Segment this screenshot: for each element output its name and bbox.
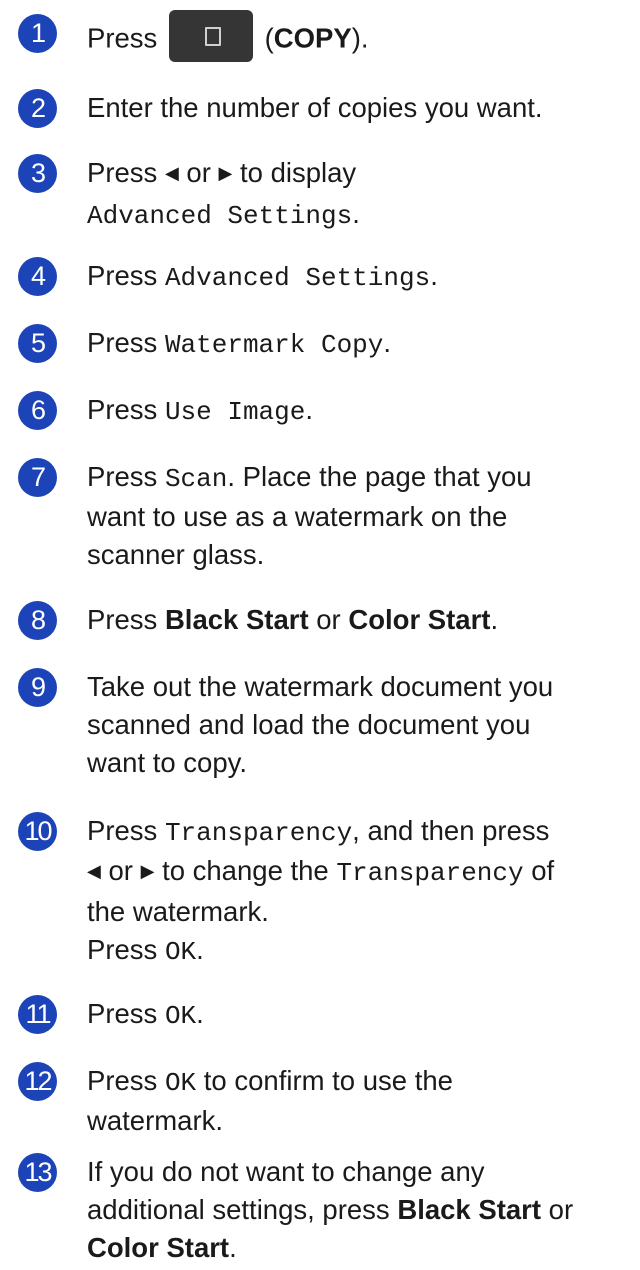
step-number: 3 [18, 154, 57, 193]
step-text: Press Use Image. [87, 394, 314, 427]
step-text: Press Watermark Copy. [87, 327, 392, 360]
step-text: Press OK to confirm to use the watermark… [87, 1065, 453, 1136]
step-text: Press Scan. Place the page that you want… [87, 461, 532, 570]
step-text: Press (COPY). [87, 10, 632, 66]
right-arrow-icon: ▶ [218, 163, 233, 183]
step-text: Press ◀ or ▶ to display Advanced Setting… [87, 157, 360, 231]
copy-button[interactable] [168, 10, 253, 62]
step-number: 11 [18, 995, 57, 1034]
step-text: Enter the number of copies you want. [87, 92, 543, 123]
step-number: 5 [18, 324, 57, 363]
step-text: Press Transparency, and then press ◀ or … [87, 815, 555, 967]
left-arrow-icon: ◀ [87, 861, 101, 881]
step-number: 1 [18, 14, 57, 53]
left-arrow-icon: ◀ [164, 163, 179, 183]
step-text: Press OK. [87, 998, 204, 1031]
step-number: 6 [18, 391, 57, 430]
step-text: If you do not want to change any additio… [87, 1156, 574, 1263]
step-number: 10 [18, 812, 57, 851]
step-number: 4 [18, 257, 57, 296]
right-arrow-icon: ▶ [140, 861, 155, 881]
step-number: 12 [18, 1062, 57, 1101]
step-text: Press Advanced Settings. [87, 260, 438, 293]
copy-icon [204, 27, 221, 46]
step-number: 13 [18, 1153, 57, 1192]
step-number: 2 [18, 89, 57, 128]
step-text: Take out the watermark document you scan… [87, 671, 554, 778]
step-number: 8 [18, 601, 57, 640]
step-text: Press Black Start or Color Start. [87, 604, 499, 635]
step-number: 9 [18, 668, 57, 707]
step-number: 7 [18, 458, 57, 497]
